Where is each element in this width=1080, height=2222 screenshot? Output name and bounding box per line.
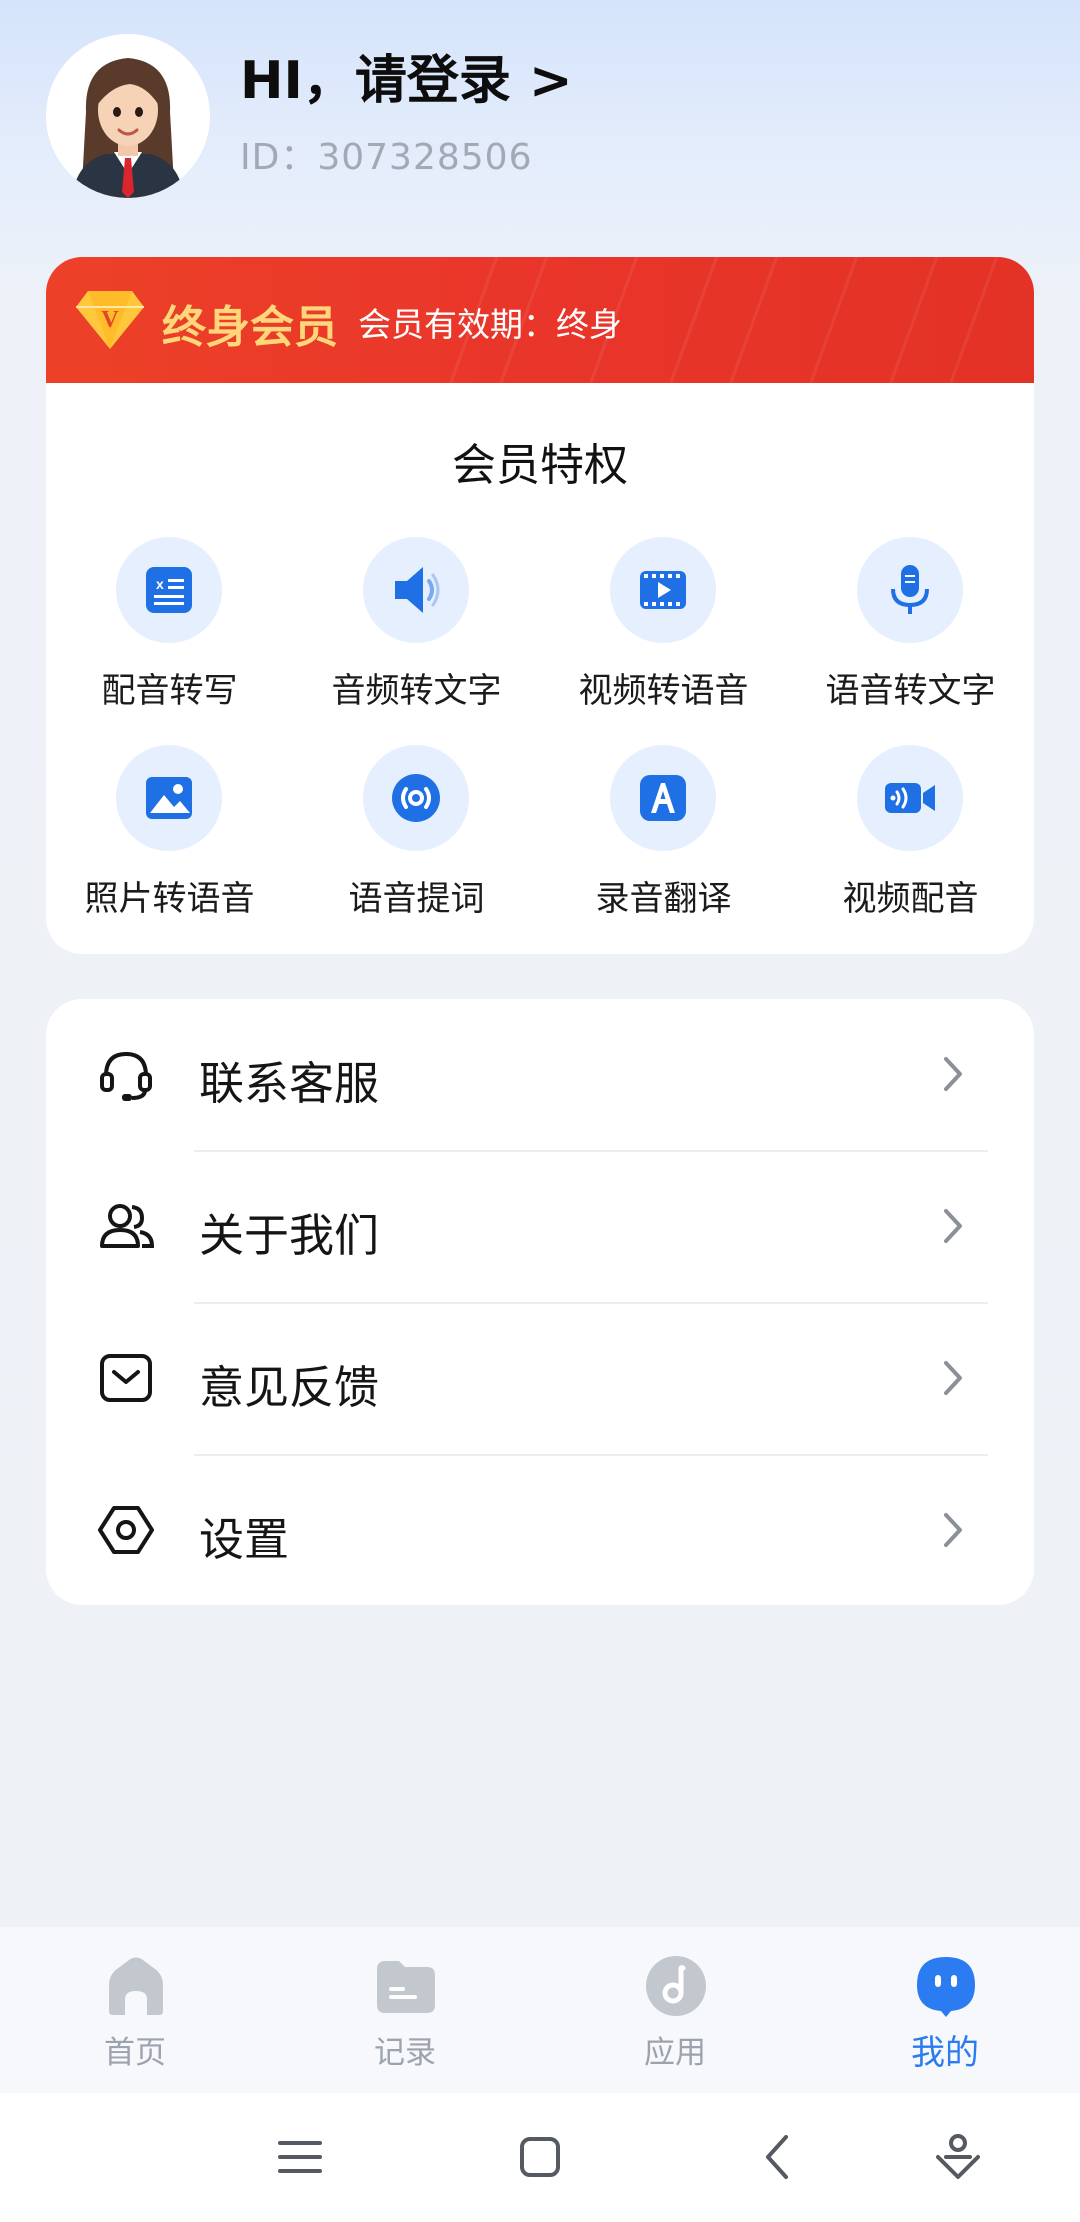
chevron-right-icon	[944, 1057, 962, 1091]
user-id-label: ID：	[240, 137, 318, 178]
svg-text:V: V	[101, 307, 119, 333]
system-navigation-bar	[0, 2093, 1080, 2222]
privilege-video-to-speech[interactable]: 视频转语音	[540, 537, 787, 727]
home-square-icon[interactable]	[512, 2129, 568, 2185]
bottom-tab-bar: 首页 记录 应用 我的	[0, 1927, 1080, 2093]
menu-icon[interactable]	[272, 2129, 328, 2185]
chevron-right-icon	[944, 1209, 962, 1243]
diamond-vip-icon: V	[76, 291, 144, 349]
user-id: ID：307328506	[240, 128, 532, 180]
membership-banner[interactable]: V 终身会员 会员有效期：终身	[46, 257, 1034, 383]
settings-icon	[98, 1506, 154, 1554]
microphone-icon	[891, 565, 929, 614]
privilege-audio-to-text[interactable]: 音频转文字	[293, 537, 540, 727]
chevron-right-icon	[944, 1361, 962, 1395]
privilege-photo-to-speech[interactable]: 照片转语音	[46, 745, 293, 935]
video-play-icon	[640, 571, 686, 609]
privilege-dubbing-transcribe[interactable]: x 配音转写	[46, 537, 293, 727]
membership-validity: 会员有效期：终身	[358, 305, 622, 344]
back-icon[interactable]	[750, 2129, 806, 2185]
privilege-video-dubbing[interactable]: 视频配音	[787, 745, 1034, 935]
feedback-icon	[100, 1354, 152, 1402]
image-icon	[146, 777, 192, 819]
video-camera-icon	[885, 783, 935, 813]
tab-records[interactable]: 记录	[270, 1927, 540, 2093]
menu-item-feedback[interactable]: 意见反馈	[46, 1303, 1034, 1456]
login-prompt[interactable]: HI，请登录 >	[240, 38, 573, 113]
menu-item-about-us[interactable]: 关于我们	[46, 1151, 1034, 1304]
privilege-speech-to-text[interactable]: 语音转文字	[787, 537, 1034, 727]
document-edit-icon: x	[146, 567, 192, 613]
speaker-icon	[395, 567, 440, 613]
tab-home[interactable]: 首页	[0, 1927, 270, 2093]
assistant-icon[interactable]	[930, 2129, 986, 2185]
settings-menu: 联系客服 关于我们 意见反馈 设置	[46, 999, 1034, 1605]
membership-title: 终身会员	[162, 302, 338, 353]
profile-header: HI，请登录 > ID：307328506	[0, 0, 1080, 230]
music-note-icon	[646, 1956, 706, 2016]
avatar[interactable]	[46, 34, 210, 198]
svg-text:x: x	[156, 576, 164, 592]
broadcast-icon	[392, 774, 440, 822]
tab-apps[interactable]: 应用	[540, 1927, 810, 2093]
privileges-title: 会员特权	[452, 440, 628, 491]
privilege-teleprompter[interactable]: 语音提词	[293, 745, 540, 935]
folder-icon	[377, 1961, 435, 2013]
menu-item-customer-service[interactable]: 联系客服	[46, 999, 1034, 1152]
chat-bubble-icon	[917, 1957, 975, 2017]
privilege-recording-translate[interactable]: 录音翻译	[540, 745, 787, 935]
user-id-value: 307328506	[317, 137, 533, 178]
translate-icon	[640, 775, 686, 821]
users-icon	[100, 1204, 155, 1248]
chevron-right-icon	[944, 1513, 962, 1547]
menu-item-settings[interactable]: 设置	[46, 1455, 1034, 1607]
membership-card: V 终身会员 会员有效期：终身 会员特权 x 配音转写 音频转文字 视频转语音 …	[46, 257, 1034, 954]
home-icon	[109, 1957, 163, 2015]
tab-mine[interactable]: 我的	[810, 1927, 1080, 2093]
headset-icon	[100, 1051, 152, 1101]
